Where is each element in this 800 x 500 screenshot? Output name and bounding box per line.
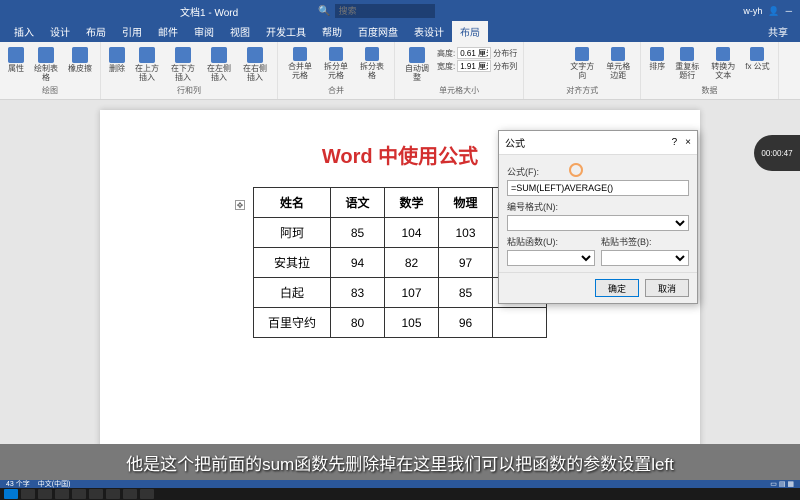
paste-function-label: 粘贴函数(U): — [507, 235, 595, 248]
insert-below-button[interactable]: 在下方插入 — [167, 46, 199, 83]
tab-table-design[interactable]: 表设计 — [406, 21, 452, 42]
tab-help[interactable]: 帮助 — [314, 21, 350, 42]
taskbar-app[interactable] — [106, 489, 120, 499]
taskbar-app[interactable] — [140, 489, 154, 499]
tab-table-layout[interactable]: 布局 — [452, 21, 488, 42]
delete-button[interactable]: 删除 — [107, 46, 127, 74]
dialog-help-icon[interactable]: ? — [672, 137, 678, 148]
formula-label: 公式(F): — [507, 165, 689, 178]
distribute-rows-button[interactable]: 分布行 — [493, 48, 517, 59]
number-format-label: 编号格式(N): — [507, 200, 689, 213]
group-data-label: 数据 — [647, 85, 771, 97]
taskbar-app[interactable] — [89, 489, 103, 499]
autofit-button[interactable]: 自动调整 — [401, 46, 433, 83]
number-format-select[interactable] — [507, 215, 689, 231]
eraser-button[interactable]: 橡皮擦 — [66, 46, 94, 74]
tab-layout[interactable]: 布局 — [78, 21, 114, 42]
formula-input[interactable] — [507, 180, 689, 196]
distribute-cols-button[interactable]: 分布列 — [493, 61, 517, 72]
taskbar-app[interactable] — [123, 489, 137, 499]
subtitle-text: 他是这个把前面的sum函数先删除掉在这里我们可以把函数的参数设置left — [126, 450, 674, 475]
insert-above-button[interactable]: 在上方插入 — [131, 46, 163, 83]
text-direction-button[interactable]: 文字方向 — [566, 46, 598, 81]
draw-table-button[interactable]: 绘制表格 — [30, 46, 62, 83]
group-rowscols-label: 行和列 — [107, 85, 271, 97]
ribbon: 属性 绘制表格 橡皮擦 绘图 删除 在上方插入 在下方插入 在左侧插入 在右侧插… — [0, 42, 800, 100]
repeat-header-button[interactable]: 重复标题行 — [671, 46, 703, 81]
status-bar: 43 个字 中文(中国) ▭ ▤ ▦ — [0, 480, 800, 488]
windows-taskbar — [0, 488, 800, 500]
share-button[interactable]: 共享 — [762, 21, 794, 42]
group-align-label: 对齐方式 — [530, 85, 634, 97]
tab-insert[interactable]: 插入 — [6, 21, 42, 42]
tab-baidu[interactable]: 百度网盘 — [350, 21, 406, 42]
split-cells-button[interactable]: 拆分单元格 — [320, 46, 352, 81]
recording-timer: 00:00:47 — [754, 135, 800, 171]
insert-left-button[interactable]: 在左侧插入 — [203, 46, 235, 83]
paste-bookmark-label: 粘贴书签(B): — [601, 235, 689, 248]
paste-bookmark-select[interactable] — [601, 250, 689, 266]
search-icon: 🔍 — [318, 6, 330, 17]
convert-text-button[interactable]: 转换为文本 — [707, 46, 739, 81]
taskbar-app[interactable] — [55, 489, 69, 499]
dialog-close-icon[interactable]: × — [685, 137, 691, 148]
col-width-input[interactable] — [457, 60, 491, 72]
insert-right-button[interactable]: 在右侧插入 — [239, 46, 271, 83]
dialog-title-text: 公式 — [505, 135, 525, 150]
formula-dialog: 公式 ? × 公式(F): 编号格式(N): 粘贴函数(U): 粘贴书签(B):… — [498, 130, 698, 304]
taskbar-app[interactable] — [72, 489, 86, 499]
start-button[interactable] — [4, 489, 18, 499]
paste-function-select[interactable] — [507, 250, 595, 266]
group-cellsize-label: 单元格大小 — [401, 85, 517, 97]
document-title: 文档1 - Word — [180, 4, 238, 19]
tab-view[interactable]: 视图 — [222, 21, 258, 42]
row-height-input[interactable] — [457, 47, 491, 59]
tab-review[interactable]: 审阅 — [186, 21, 222, 42]
tab-references[interactable]: 引用 — [114, 21, 150, 42]
sort-button[interactable]: 排序 — [647, 46, 667, 72]
cell-margins-button[interactable]: 单元格边距 — [602, 46, 634, 81]
taskbar-app[interactable] — [38, 489, 52, 499]
group-merge-label: 合并 — [284, 85, 388, 97]
search-box[interactable]: 🔍 — [318, 4, 434, 18]
properties-button[interactable]: 属性 — [6, 46, 26, 74]
subtitle-overlay: 他是这个把前面的sum函数先删除掉在这里我们可以把函数的参数设置left — [0, 444, 800, 480]
user-name: w-yh — [743, 6, 762, 16]
table-move-handle[interactable]: ✥ — [235, 200, 245, 210]
alignment-grid[interactable] — [530, 46, 562, 78]
menu-bar: 插入 设计 布局 引用 邮件 审阅 视图 开发工具 帮助 百度网盘 表设计 布局… — [0, 22, 800, 42]
merge-cells-button[interactable]: 合并单元格 — [284, 46, 316, 81]
search-input[interactable] — [335, 4, 435, 18]
formula-button[interactable]: fx 公式 — [743, 46, 771, 72]
window-minimize-icon[interactable]: ─ — [786, 6, 792, 16]
tab-design[interactable]: 设计 — [42, 21, 78, 42]
tab-developer[interactable]: 开发工具 — [258, 21, 314, 42]
taskbar-app[interactable] — [21, 489, 35, 499]
user-avatar[interactable]: 👤 — [768, 6, 779, 17]
cancel-button[interactable]: 取消 — [645, 279, 689, 297]
table-row: 百里守约8010596 — [253, 308, 546, 338]
view-buttons[interactable]: ▭ ▤ ▦ — [770, 480, 794, 488]
ok-button[interactable]: 确定 — [595, 279, 639, 297]
split-table-button[interactable]: 拆分表格 — [356, 46, 388, 81]
group-draw-label: 绘图 — [6, 85, 94, 97]
tab-mailings[interactable]: 邮件 — [150, 21, 186, 42]
